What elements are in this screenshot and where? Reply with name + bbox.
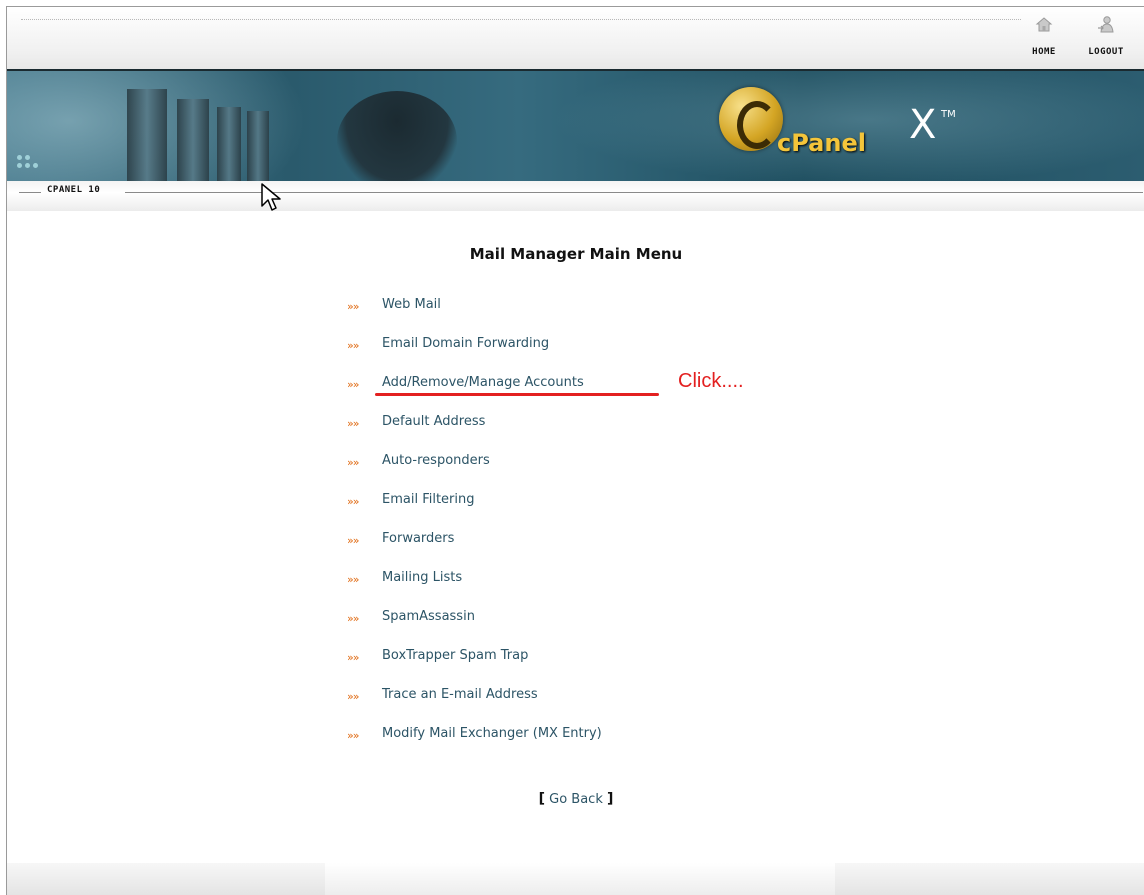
cpanel-logo-icon [719, 87, 783, 151]
bracket-close: ] [607, 791, 614, 807]
cpanel-banner: cPanel X TM [7, 69, 1144, 183]
menu-link-spamassassin[interactable]: SpamAssassin [382, 609, 475, 624]
banner-server-graphic [217, 107, 241, 181]
bullet-arrows-icon: »» [347, 456, 360, 469]
bullet-arrows-icon: »» [347, 729, 360, 742]
top-bar: HOME LOGOUT [7, 7, 1144, 69]
bullet-arrows-icon: »» [347, 651, 360, 664]
home-button[interactable]: HOME [1021, 15, 1067, 57]
user-logout-icon [1098, 16, 1114, 33]
bullet-arrows-icon: »» [347, 690, 360, 703]
menu-link-web-mail[interactable]: Web Mail [382, 297, 441, 312]
banner-person-graphic [337, 91, 457, 181]
banner-dots-decoration [17, 155, 47, 175]
annotation-underline [375, 393, 659, 396]
footer-bar [7, 863, 1144, 895]
house-icon [1035, 17, 1053, 32]
menu-link-email-domain-forwarding[interactable]: Email Domain Forwarding [382, 336, 549, 351]
menu-link-modify-mx[interactable]: Modify Mail Exchanger (MX Entry) [382, 726, 602, 741]
menu-link-mailing-lists[interactable]: Mailing Lists [382, 570, 462, 585]
trademark-mark: TM [941, 109, 956, 120]
go-back-link[interactable]: Go Back [549, 792, 603, 807]
bullet-arrows-icon: »» [347, 612, 360, 625]
menu-link-default-address[interactable]: Default Address [382, 414, 485, 429]
banner-server-graphic [247, 111, 269, 181]
go-back-container: [ Go Back ] [7, 791, 1144, 807]
bullet-arrows-icon: »» [347, 573, 360, 586]
cpanel-x-mark: X [909, 102, 937, 148]
bullet-arrows-icon: »» [347, 300, 360, 313]
mouse-pointer-icon [261, 183, 281, 211]
home-label: HOME [1032, 47, 1056, 57]
dotted-divider [21, 19, 1021, 20]
cpanel-logo-text: cPanel [777, 129, 866, 157]
bullet-arrows-icon: »» [347, 417, 360, 430]
divider [19, 192, 41, 193]
menu-link-auto-responders[interactable]: Auto-responders [382, 453, 490, 468]
footer-center-panel [325, 863, 835, 895]
banner-server-graphic [177, 99, 209, 181]
bullet-arrows-icon: »» [347, 339, 360, 352]
banner-world-map-graphic [527, 71, 1144, 181]
page-title: Mail Manager Main Menu [469, 245, 683, 263]
bullet-arrows-icon: »» [347, 534, 360, 547]
annotation-click-text: Click.... [678, 370, 744, 392]
section-label: CPANEL 10 [47, 185, 101, 195]
menu-link-boxtrapper[interactable]: BoxTrapper Spam Trap [382, 648, 528, 663]
menu-link-email-filtering[interactable]: Email Filtering [382, 492, 475, 507]
section-bar: CPANEL 10 [7, 181, 1144, 211]
menu-link-forwarders[interactable]: Forwarders [382, 531, 454, 546]
bullet-arrows-icon: »» [347, 378, 360, 391]
logout-button[interactable]: LOGOUT [1083, 15, 1129, 57]
bracket-open: [ [538, 791, 545, 807]
banner-server-graphic [127, 89, 167, 181]
page-frame: HOME LOGOUT cPanel X TM CPANEL 10 Mail M… [6, 6, 1144, 895]
logout-label: LOGOUT [1088, 47, 1124, 57]
menu-link-manage-accounts[interactable]: Add/Remove/Manage Accounts [382, 375, 584, 390]
menu-link-trace-email[interactable]: Trace an E-mail Address [382, 687, 538, 702]
bullet-arrows-icon: »» [347, 495, 360, 508]
